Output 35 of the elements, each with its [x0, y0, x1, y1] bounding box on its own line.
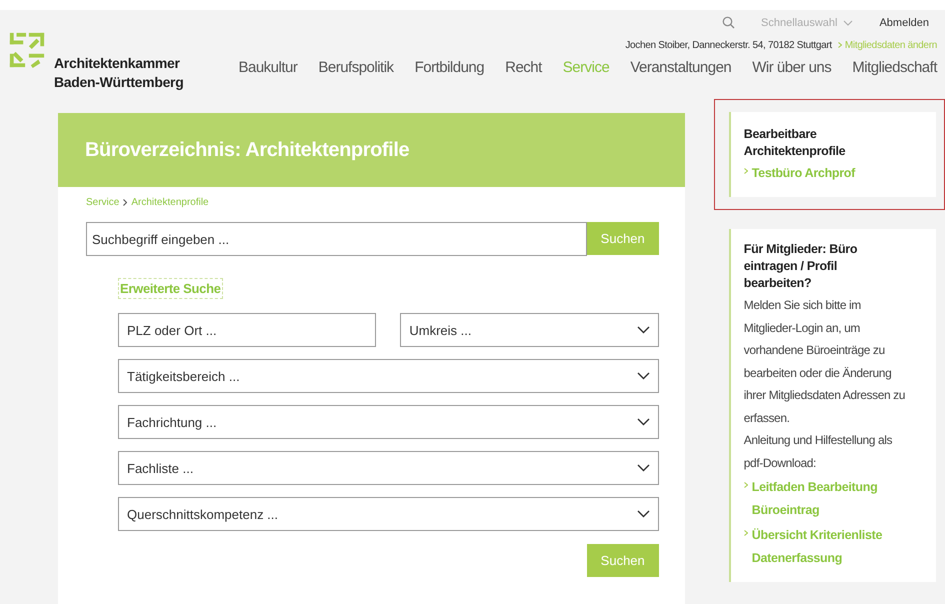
organization-name: Architektenkammer Baden-Württemberg	[54, 54, 184, 92]
nav-item[interactable]: Veranstaltungen	[620, 59, 742, 76]
card-text: Anleitung und Hilfestellung als pdf-Download:	[744, 432, 894, 472]
chevron-down-icon	[636, 326, 650, 334]
select-dropdown[interactable]: Tätigkeitsbereich ...	[118, 359, 659, 393]
nav-item[interactable]: Mitgliedschaft	[842, 59, 937, 76]
chevron-right-icon	[744, 482, 748, 488]
chevron-down-icon	[636, 464, 650, 472]
chevron-right-icon	[838, 42, 842, 48]
select-dropdown[interactable]: Fachliste ...	[118, 451, 659, 485]
chevron-right-icon	[744, 530, 748, 536]
nav-item[interactable]: Wir über uns	[742, 59, 842, 76]
select-dropdown[interactable]: Fachrichtung ...	[118, 405, 659, 439]
chevron-right-icon	[744, 168, 748, 174]
logout-link[interactable]: Abmelden	[879, 16, 929, 28]
select-dropdown[interactable]: Umkreis ...	[400, 313, 659, 347]
nav-item[interactable]: Baukultur	[228, 59, 308, 76]
card-text: Melden Sie sich bitte im Mitglieder-Login an, um vorhandene Büroeinträge zu bearbeiten oder die Änderung ihrer Mitgliedsdaten Adressen zu erfassen.	[744, 297, 906, 426]
chevron-right-icon	[123, 199, 128, 206]
select-dropdown[interactable]: Querschnittskompetenz ...	[118, 497, 659, 531]
card-title: Bearbeitbare Architektenprofile	[744, 126, 846, 160]
page-title: Büroverzeichnis: Architektenprofile	[85, 138, 410, 162]
nav-item[interactable]: Berufspolitik	[308, 59, 404, 76]
card-title: Für Mitglieder: Büro eintragen / Profil bearbeiten?	[744, 241, 858, 292]
chevron-down-icon	[636, 510, 650, 518]
chevron-down-icon	[636, 372, 650, 380]
search-field[interactable]: Suchbegriff eingeben ...	[86, 222, 587, 256]
user-address: Jochen Stoiber, Danneckerstr. 54, 70182 Stuttgart	[625, 40, 832, 51]
nav-item[interactable]: Fortbildung	[404, 59, 495, 76]
search-icon[interactable]	[722, 16, 736, 29]
logo-icon[interactable]	[8, 30, 46, 70]
location-field[interactable]: PLZ oder Ort ...	[118, 313, 376, 347]
chevron-down-icon	[843, 20, 854, 26]
nav-item[interactable]: Recht	[494, 59, 552, 76]
chevron-down-icon	[636, 418, 650, 426]
